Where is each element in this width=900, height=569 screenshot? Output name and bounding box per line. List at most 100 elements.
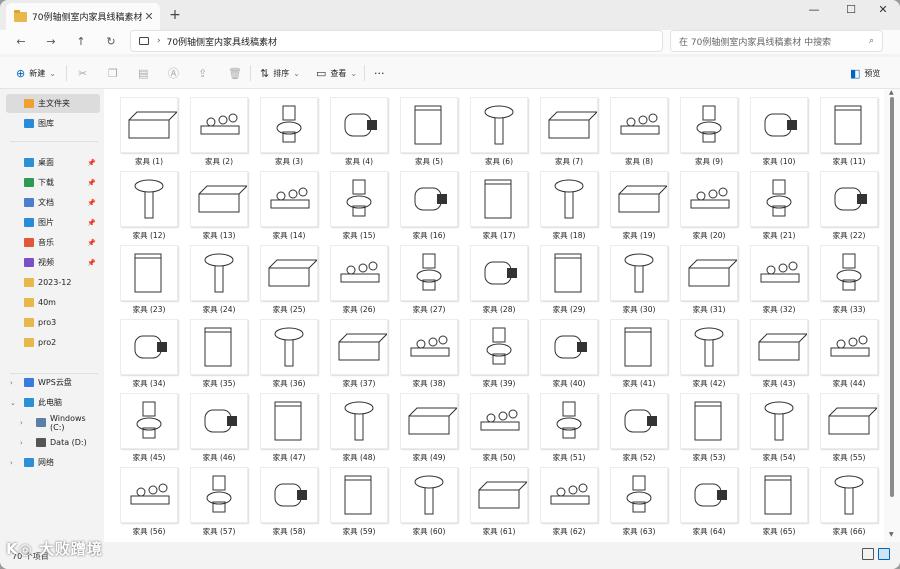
file-item[interactable]: 家具 (52) [604, 391, 674, 465]
new-tab-button[interactable]: + [166, 6, 184, 24]
file-name[interactable]: 家具 (31) [674, 304, 744, 315]
file-item[interactable]: 家具 (30) [604, 243, 674, 317]
sidebar-item-quick[interactable]: 文档 📌 [6, 193, 100, 212]
thumbnail-image[interactable] [820, 245, 878, 301]
file-item[interactable]: 家具 (49) [394, 391, 464, 465]
thumbnail-image[interactable] [680, 171, 738, 227]
thumbnail-image[interactable] [330, 393, 388, 449]
file-item[interactable]: 家具 (65) [744, 465, 814, 539]
chevron-right-icon[interactable]: › [20, 419, 23, 427]
file-item[interactable]: 家具 (36) [254, 317, 324, 391]
thumbnail-image[interactable] [190, 319, 248, 375]
thumbnail-image[interactable] [610, 171, 669, 227]
thumbnail-image[interactable] [330, 319, 389, 375]
address-bar[interactable]: › 70例轴侧室内家具线稿素材 [130, 30, 663, 52]
sidebar-item-wps[interactable]: › WPS云盘 [6, 373, 100, 392]
file-name[interactable]: 家具 (44) [814, 378, 884, 389]
file-name[interactable]: 家具 (20) [674, 230, 744, 241]
thumbnail-image[interactable] [260, 467, 318, 523]
sidebar-item-drive-c[interactable]: › Windows (C:) [6, 413, 100, 432]
scroll-down-icon[interactable]: ▼ [889, 531, 894, 538]
file-name[interactable]: 家具 (59) [324, 526, 394, 537]
scroll-up-icon[interactable]: ▲ [889, 89, 894, 96]
file-item[interactable]: 家具 (31) [674, 243, 744, 317]
thumbnail-image[interactable] [470, 171, 528, 227]
copy-button[interactable]: ❐ [108, 65, 122, 81]
thumbnail-image[interactable] [470, 319, 528, 375]
file-item[interactable]: 家具 (28) [464, 243, 534, 317]
thumbnail-image[interactable] [540, 97, 599, 153]
thumbnail-image[interactable] [400, 171, 458, 227]
file-name[interactable]: 家具 (47) [254, 452, 324, 463]
thumbnail-image[interactable] [750, 245, 808, 301]
file-name[interactable]: 家具 (12) [114, 230, 184, 241]
file-name[interactable]: 家具 (50) [464, 452, 534, 463]
file-item[interactable]: 家具 (3) [254, 95, 324, 169]
thumbnail-image[interactable] [750, 97, 808, 153]
file-item[interactable]: 家具 (14) [254, 169, 324, 243]
thumbnail-image[interactable] [820, 319, 878, 375]
file-name[interactable]: 家具 (35) [184, 378, 254, 389]
file-item[interactable]: 家具 (37) [324, 317, 394, 391]
thumbnail-image[interactable] [120, 319, 178, 375]
file-name[interactable]: 家具 (57) [184, 526, 254, 537]
file-item[interactable]: 家具 (26) [324, 243, 394, 317]
file-item[interactable]: 家具 (48) [324, 391, 394, 465]
file-name[interactable]: 家具 (62) [534, 526, 604, 537]
file-name[interactable]: 家具 (63) [604, 526, 674, 537]
up-arrow-icon[interactable]: ↑ [72, 33, 90, 51]
file-name[interactable]: 家具 (1) [114, 156, 184, 167]
file-item[interactable]: 家具 (18) [534, 169, 604, 243]
file-item[interactable]: 家具 (8) [604, 95, 674, 169]
thumbnail-image[interactable] [680, 319, 738, 375]
file-item[interactable]: 家具 (24) [184, 243, 254, 317]
file-item[interactable]: 家具 (53) [674, 391, 744, 465]
file-item[interactable]: 家具 (43) [744, 317, 814, 391]
delete-button[interactable]: 🗑 [228, 65, 246, 81]
file-item[interactable]: 家具 (59) [324, 465, 394, 539]
file-name[interactable]: 家具 (3) [254, 156, 324, 167]
sidebar-item-quick[interactable]: 视频 📌 [6, 253, 100, 272]
file-name[interactable]: 家具 (7) [534, 156, 604, 167]
thumbnail-image[interactable] [750, 319, 809, 375]
sidebar-item-quick[interactable]: 40m [6, 293, 100, 312]
close-tab-icon[interactable]: ✕ [142, 10, 156, 23]
file-item[interactable]: 家具 (15) [324, 169, 394, 243]
new-button[interactable]: ⊕ 新建 ⌄ [16, 65, 56, 81]
file-item[interactable]: 家具 (17) [464, 169, 534, 243]
file-name[interactable]: 家具 (39) [464, 378, 534, 389]
view-button[interactable]: ▭ 查看 ⌄ [316, 65, 357, 81]
thumbnail-image[interactable] [120, 467, 178, 523]
thumbnail-image[interactable] [400, 97, 458, 153]
pin-icon[interactable]: 📌 [87, 259, 96, 267]
file-name[interactable]: 家具 (56) [114, 526, 184, 537]
file-item[interactable]: 家具 (23) [114, 243, 184, 317]
file-item[interactable]: 家具 (55) [814, 391, 884, 465]
thumbnail-image[interactable] [330, 245, 388, 301]
sidebar-item-home[interactable]: 主文件夹 [6, 94, 100, 113]
thumbnail-image[interactable] [470, 97, 528, 153]
file-item[interactable]: 家具 (11) [814, 95, 884, 169]
file-name[interactable]: 家具 (41) [604, 378, 674, 389]
file-item[interactable]: 家具 (41) [604, 317, 674, 391]
file-name[interactable]: 家具 (16) [394, 230, 464, 241]
file-name[interactable]: 家具 (49) [394, 452, 464, 463]
file-item[interactable]: 家具 (38) [394, 317, 464, 391]
file-item[interactable]: 家具 (22) [814, 169, 884, 243]
file-name[interactable]: 家具 (11) [814, 156, 884, 167]
file-name[interactable]: 家具 (66) [814, 526, 884, 537]
thumbnail-image[interactable] [470, 245, 528, 301]
file-item[interactable]: 家具 (63) [604, 465, 674, 539]
pin-icon[interactable]: 📌 [87, 179, 96, 187]
thumbnail-image[interactable] [820, 171, 878, 227]
thumbnail-image[interactable] [610, 245, 668, 301]
share-button[interactable]: ⇪ [198, 65, 211, 81]
thumbnail-image[interactable] [330, 97, 388, 153]
file-name[interactable]: 家具 (52) [604, 452, 674, 463]
file-name[interactable]: 家具 (48) [324, 452, 394, 463]
thumbnail-image[interactable] [750, 171, 808, 227]
file-name[interactable]: 家具 (10) [744, 156, 814, 167]
file-name[interactable]: 家具 (5) [394, 156, 464, 167]
thumbnail-image[interactable] [330, 467, 388, 523]
thumbnail-image[interactable] [400, 245, 458, 301]
